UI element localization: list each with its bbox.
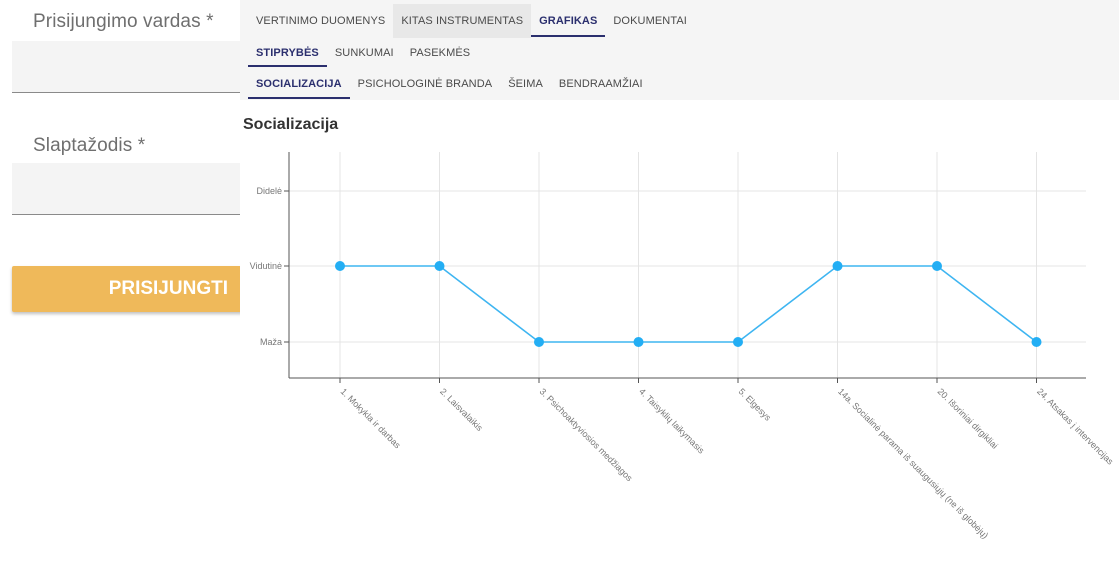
tab-pasekmės[interactable]: PASEKMĖS xyxy=(402,38,479,68)
x-tick-label: 20. Išoriniai dirgikliai xyxy=(936,386,1000,450)
chart-panel: VERTINIMO DUOMENYS KITAS INSTRUMENTAS GRAF… xyxy=(240,0,1119,573)
data-point[interactable] xyxy=(633,337,644,347)
chart-title: Socializacija xyxy=(243,116,339,133)
data-point[interactable] xyxy=(434,261,445,271)
area-tabs: SOCIALIZACIJA PSICHOLOGINĖ BRANDA ŠEIMA BEN… xyxy=(248,68,651,100)
y-tick-label: Didelė xyxy=(256,186,282,196)
tab-šeima[interactable]: ŠEIMA xyxy=(500,68,551,100)
username-input[interactable] xyxy=(12,41,242,93)
x-tick-label: 2. Laisvalaikis xyxy=(438,386,485,433)
data-point[interactable] xyxy=(932,261,942,271)
x-tick-label: 4. Taisyklių laikymasis xyxy=(637,386,707,456)
login-form: Prisijungimo vardas * Slaptažodis * PRIS… xyxy=(0,0,260,573)
tab-psichologinė-branda[interactable]: PSICHOLOGINĖ BRANDA xyxy=(350,68,501,100)
y-tick-label: Maža xyxy=(260,337,282,347)
x-tick-label: 24. Atsakas į intervencijas xyxy=(1035,386,1116,467)
sub-tabs: STIPRYBĖS SUNKUMAI PASEKMĖS xyxy=(248,38,478,68)
username-label: Prisijungimo vardas * xyxy=(33,11,214,32)
data-point[interactable] xyxy=(733,337,743,347)
tab-dokumentai[interactable]: DOKUMENTAI xyxy=(605,4,695,38)
tab-grafikas[interactable]: GRAFIKAS xyxy=(531,4,606,38)
data-point[interactable] xyxy=(1031,337,1042,347)
tab-kitas-instrumentas[interactable]: KITAS INSTRUMENTAS xyxy=(393,4,532,38)
login-button[interactable]: PRISIJUNGTI xyxy=(12,266,252,312)
tab-vertinimo-duomenys[interactable]: VERTINIMO DUOMENYS xyxy=(248,4,393,38)
x-tick-label: 14a. Socialinė parama iš suaugusiųjų (ne… xyxy=(836,386,990,540)
data-point[interactable] xyxy=(534,337,544,347)
series-line xyxy=(340,265,1037,343)
data-point[interactable] xyxy=(832,261,843,271)
line-chart: Maža Vidutinė Didelė 1. Mokykla ir darbas 2.… xyxy=(250,152,1116,541)
x-tick-label: 3. Psichoaktyviosios medžiagos xyxy=(538,386,635,483)
x-tick-label: 1. Mokykla ir darbas xyxy=(339,386,403,450)
tab-sunkumai[interactable]: SUNKUMAI xyxy=(327,38,402,68)
tab-bars: VERTINIMO DUOMENYS KITAS INSTRUMENTAS GRAF… xyxy=(240,0,1119,100)
password-label: Slaptažodis * xyxy=(33,135,146,156)
password-input[interactable] xyxy=(12,163,242,215)
main-tabs: VERTINIMO DUOMENYS KITAS INSTRUMENTAS GRAF… xyxy=(248,4,695,38)
tab-stiprybės[interactable]: STIPRYBĖS xyxy=(248,38,327,68)
data-point[interactable] xyxy=(335,261,345,271)
tab-bendraamžiai[interactable]: BENDRAAMŽIAI xyxy=(551,68,651,100)
y-tick-label: Vidutinė xyxy=(250,261,282,271)
x-tick-label: 5. Elgesys xyxy=(737,386,774,423)
tab-socializacija[interactable]: SOCIALIZACIJA xyxy=(248,68,350,100)
